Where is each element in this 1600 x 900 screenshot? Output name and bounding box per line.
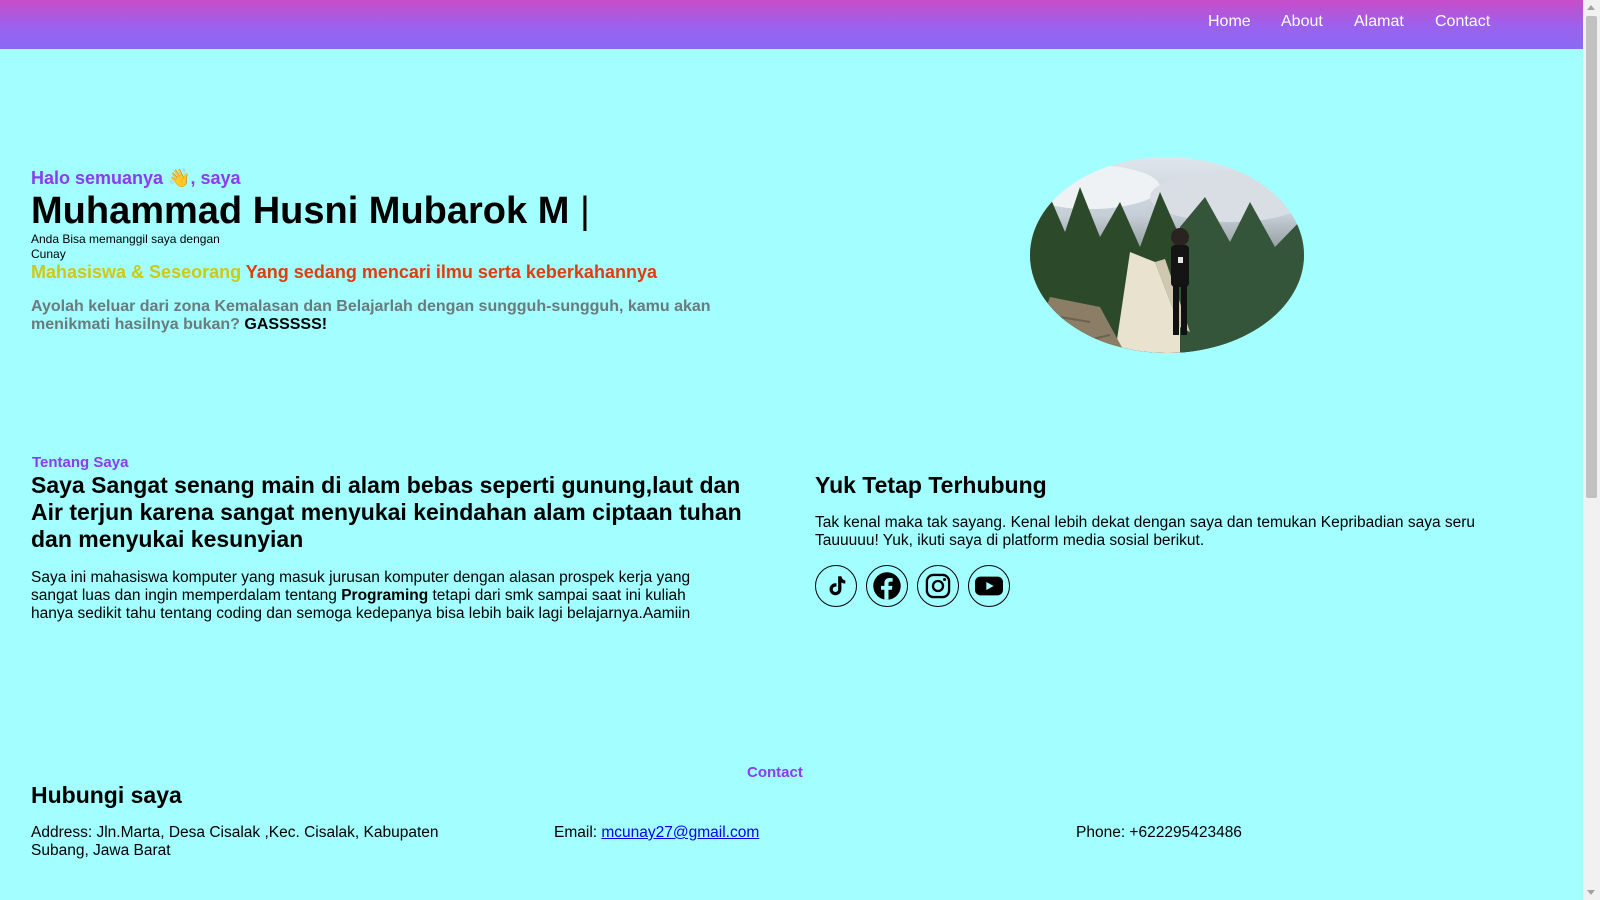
scrollbar-thumb[interactable] xyxy=(1586,16,1597,498)
nav-home-link[interactable]: Home xyxy=(1208,13,1251,31)
contact-phone: Phone: +622295423486 xyxy=(1076,824,1242,841)
profile-photo-illustration xyxy=(1030,165,1304,353)
about-section-tag: Tentang Saya xyxy=(32,454,129,471)
profile-photo xyxy=(1030,157,1304,353)
hero-motto-emphasis: GASSSSS! xyxy=(244,316,328,333)
hero-role: Mahasiswa & Seseorang Yang sedang mencar… xyxy=(31,262,657,283)
hero-name-text: Muhammad Husni Mubarok M xyxy=(31,190,570,232)
contact-email-link[interactable]: mcunay27@gmail.com xyxy=(601,824,759,841)
typing-cursor: | xyxy=(579,190,590,232)
tiktok-link[interactable] xyxy=(815,565,857,607)
facebook-link[interactable] xyxy=(866,565,908,607)
contact-email-label: Email: xyxy=(554,824,598,841)
instagram-link[interactable] xyxy=(917,565,959,607)
youtube-link[interactable] xyxy=(968,565,1010,607)
nav-contact-link[interactable]: Contact xyxy=(1435,13,1490,31)
about-body-bold: Programing xyxy=(341,587,429,604)
hero-greeting: Halo semuanya 👋, saya xyxy=(31,168,241,188)
youtube-icon xyxy=(975,576,1003,596)
page-scrollbar[interactable] xyxy=(1583,0,1600,900)
contact-address: Address: Jln.Marta, Desa Cisalak ,Kec. C… xyxy=(31,824,439,859)
hero-subtitle-line1: Anda Bisa memanggil saya dengan xyxy=(31,232,220,246)
contact-heading: Hubungi saya xyxy=(31,782,182,808)
tiktok-icon xyxy=(829,576,846,596)
about-body: Saya ini mahasiswa komputer yang masuk j… xyxy=(31,569,721,623)
connect-body: Tak kenal maka tak sayang. Kenal lebih d… xyxy=(815,514,1476,549)
hero-role-highlight: Mahasiswa & Seseorang xyxy=(31,262,242,282)
scroll-down-icon[interactable] xyxy=(1587,890,1595,895)
hero-motto-text: Ayolah keluar dari zona Kemalasan dan Be… xyxy=(31,298,711,333)
hero-role-rest: Yang sedang mencari ilmu serta keberkaha… xyxy=(245,262,657,282)
hero-name: Muhammad Husni Mubarok M | xyxy=(31,190,590,233)
scroll-up-icon[interactable] xyxy=(1587,5,1595,10)
navbar: Home About Alamat Contact xyxy=(0,0,1583,49)
facebook-icon xyxy=(873,572,901,600)
connect-heading: Yuk Tetap Terhubung xyxy=(815,472,1047,498)
instagram-icon xyxy=(925,573,951,599)
nav-about-link[interactable]: About xyxy=(1281,13,1323,31)
about-heading: Saya Sangat senang main di alam bebas se… xyxy=(31,472,742,552)
nav-alamat-link[interactable]: Alamat xyxy=(1354,13,1404,31)
contact-email: Email: mcunay27@gmail.com xyxy=(554,824,759,842)
hero-subtitle-line2: Cunay xyxy=(31,247,66,261)
contact-section-tag: Contact xyxy=(747,764,803,781)
hero-motto: Ayolah keluar dari zona Kemalasan dan Be… xyxy=(31,298,721,334)
